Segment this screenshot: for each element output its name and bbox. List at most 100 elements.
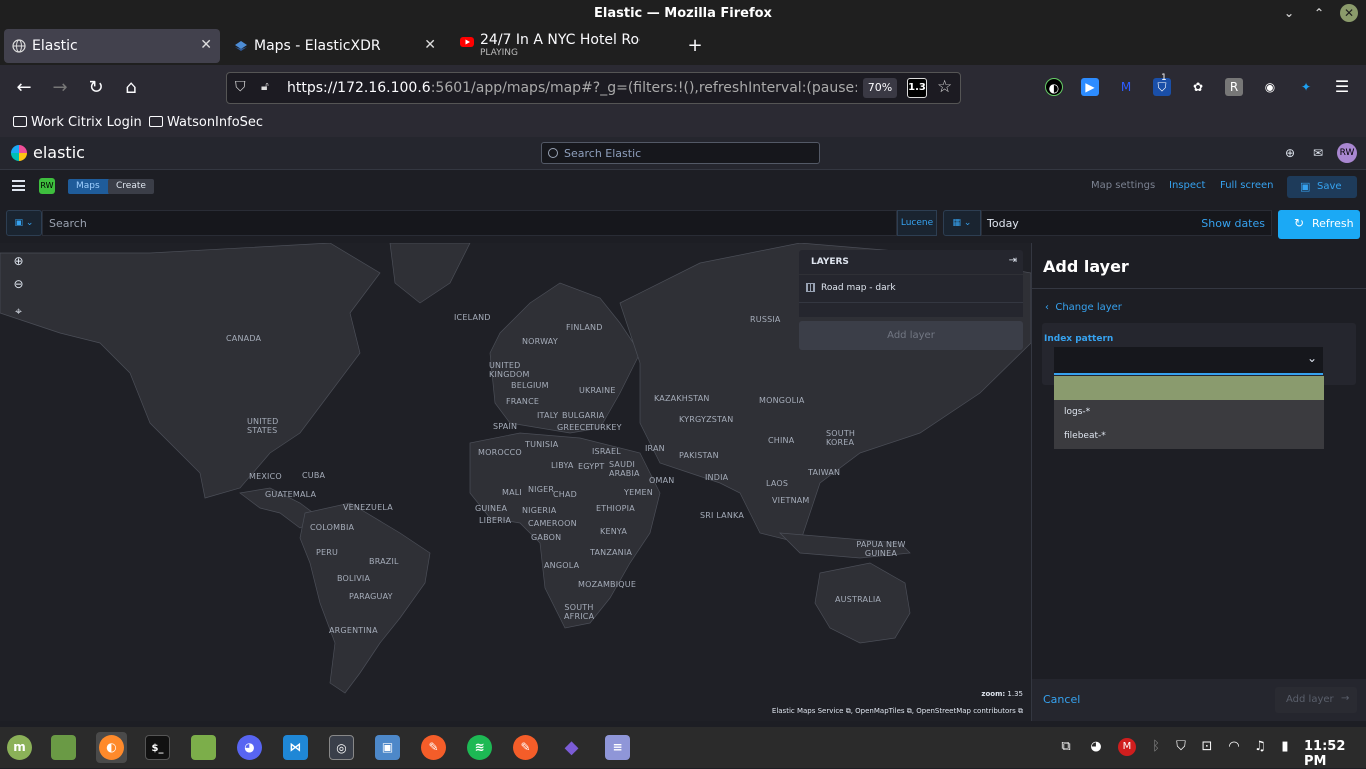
back-button[interactable]: ← [13, 77, 35, 99]
display-icon[interactable]: ⧉ [1057, 738, 1075, 756]
saved-query-button[interactable]: ▣ ⌄ [6, 210, 42, 236]
attribution-link[interactable]: OpenMapTiles [855, 707, 904, 715]
add-layer-submit-button[interactable]: Add layer → [1275, 687, 1357, 713]
map-label: OMAN [649, 476, 675, 485]
change-layer-link[interactable]: ‹ Change layer [1045, 302, 1122, 313]
firefox-icon: ◐ [99, 735, 124, 760]
taskbar-app[interactable]: ✎ [418, 732, 449, 763]
home-button[interactable]: ⌂ [120, 77, 142, 99]
news-feed-icon[interactable]: ✉ [1310, 145, 1326, 161]
map-settings-link[interactable]: Map settings [1091, 180, 1155, 191]
taskbar-app[interactable]: ✎ [510, 732, 541, 763]
query-language-button[interactable]: Lucene [897, 210, 937, 236]
date-quick-menu-button[interactable]: ▦ ⌄ [943, 210, 981, 236]
twitter-icon[interactable]: ✦ [1297, 78, 1315, 96]
taskbar-app[interactable]: $_ [142, 732, 173, 763]
lock-icon[interactable]: 🔓︎ [261, 79, 269, 94]
youtube-icon [460, 37, 474, 47]
taskbar-app[interactable]: ◎ [326, 732, 357, 763]
taskbar-app[interactable]: ≋ [464, 732, 495, 763]
maps-app-icon [235, 41, 247, 51]
clock[interactable]: 11:52 PM [1304, 739, 1366, 769]
close-tab-icon[interactable]: ✕ [200, 37, 212, 53]
extension-icon[interactable]: ◉ [1261, 78, 1279, 96]
map-label: AUSTRALIA [835, 595, 882, 604]
menu-icon[interactable]: ☰ [1333, 78, 1351, 96]
url-text[interactable]: https://172.16.100.6:5601/app/maps/map#?… [287, 80, 857, 96]
space-avatar[interactable]: RW [39, 178, 55, 194]
extension-icon[interactable]: R [1225, 78, 1243, 96]
map-label: KENYA [600, 527, 628, 536]
discord-icon: ◕ [237, 735, 262, 760]
bookmark-folder[interactable]: WatsonInfoSec [149, 115, 263, 130]
attribution-link[interactable]: Elastic Maps Service [772, 707, 844, 715]
close-window-button[interactable]: ✕ [1340, 4, 1358, 22]
query-input[interactable]: Search [42, 210, 897, 236]
battery-icon[interactable]: ▮ [1276, 738, 1294, 756]
zoom-in-button[interactable]: ⊕ [10, 253, 27, 270]
close-tab-icon[interactable]: ✕ [424, 37, 436, 53]
zoom-level-badge[interactable]: 70% [863, 78, 897, 98]
date-picker[interactable]: Today Show dates [981, 210, 1272, 236]
new-tab-button[interactable]: + [684, 35, 706, 57]
taskbar-app[interactable]: ⋈ [280, 732, 311, 763]
wifi-icon[interactable]: ◠ [1225, 738, 1243, 756]
extension-icon[interactable]: ◐ [1045, 78, 1063, 96]
bookmark-star-icon[interactable]: ☆ [937, 77, 952, 97]
add-layer-flyout: Add layer ‹ Change layer Index pattern ⌄… [1031, 243, 1366, 721]
extension-badge[interactable]: 1.3 [907, 78, 927, 98]
url-bar[interactable]: ⛉ 🔓︎ https://172.16.100.6:5601/app/maps/… [226, 72, 961, 104]
forward-button[interactable]: → [49, 77, 71, 99]
index-pattern-select[interactable]: ⌄ [1054, 347, 1323, 375]
show-dates-link[interactable]: Show dates [1201, 217, 1265, 230]
refresh-icon: ↻ [1294, 216, 1305, 230]
elastic-logo-icon[interactable] [11, 145, 27, 161]
cancel-button[interactable]: Cancel [1043, 693, 1080, 706]
user-avatar[interactable]: RW [1337, 143, 1357, 163]
reload-button[interactable]: ↻ [85, 77, 107, 99]
taskbar-app[interactable] [188, 732, 219, 763]
collapse-panel-icon[interactable]: ⇥ [1009, 255, 1017, 266]
taskbar-app[interactable]: ◆ [556, 732, 587, 763]
extension-icon[interactable]: M [1117, 78, 1135, 96]
dropdown-option[interactable]: filebeat-* [1054, 424, 1324, 448]
tab-elastic[interactable]: Elastic ✕ [4, 29, 220, 63]
inspect-link[interactable]: Inspect [1169, 180, 1205, 191]
start-menu-button[interactable]: m [4, 732, 35, 763]
volume-icon[interactable]: ♫ [1251, 738, 1269, 756]
help-icon[interactable]: ⊕ [1282, 145, 1298, 161]
elastic-brand[interactable]: elastic [33, 143, 85, 162]
taskbar-app[interactable]: ▣ [372, 732, 403, 763]
zoom-meeting-icon[interactable]: ▶ [1081, 78, 1099, 96]
restore-button[interactable]: ⌃ [1310, 4, 1328, 22]
discord-tray-icon[interactable]: ◕ [1087, 738, 1105, 756]
minimize-button[interactable]: ⌄ [1280, 4, 1298, 22]
taskbar-app[interactable]: ◐ [96, 732, 127, 763]
menu-icon[interactable] [12, 180, 25, 191]
taskbar-app[interactable]: ◕ [234, 732, 265, 763]
dropdown-option[interactable] [1054, 376, 1324, 400]
attribution-link[interactable]: OpenStreetMap contributors [916, 707, 1016, 715]
fit-to-data-button[interactable]: ⌖ [10, 303, 27, 320]
mega-icon[interactable]: M [1118, 738, 1136, 756]
tab-youtube[interactable]: 24/7 In A NYC Hotel Room | PLAYING [452, 29, 680, 63]
taskbar-app[interactable] [48, 732, 79, 763]
bookmark-folder[interactable]: Work Citrix Login [13, 115, 142, 130]
tab-maps[interactable]: Maps - ElasticXDR ✕ [226, 29, 444, 63]
shield-icon[interactable]: ⛉ [235, 79, 246, 95]
global-search-input[interactable]: Search Elastic [541, 142, 820, 164]
update-icon[interactable]: ⊡ [1198, 738, 1216, 756]
zoom-out-button[interactable]: ⊖ [10, 276, 27, 293]
dropdown-option[interactable]: logs-* [1054, 400, 1324, 424]
github-icon[interactable]: ✿ [1189, 78, 1207, 96]
bluetooth-icon[interactable]: ᛒ [1147, 738, 1165, 756]
layer-item[interactable]: Road map - dark [799, 275, 1023, 303]
full-screen-link[interactable]: Full screen [1220, 180, 1274, 191]
refresh-button[interactable]: ↻ Refresh [1278, 210, 1360, 239]
globe-icon [12, 39, 26, 53]
shield-icon[interactable]: ⛉ [1172, 738, 1190, 756]
taskbar-app[interactable]: ≡ [602, 732, 633, 763]
save-button[interactable]: ▣ Save [1287, 176, 1357, 198]
breadcrumb-maps[interactable]: Maps [68, 179, 110, 194]
add-layer-button[interactable]: Add layer [799, 321, 1023, 350]
